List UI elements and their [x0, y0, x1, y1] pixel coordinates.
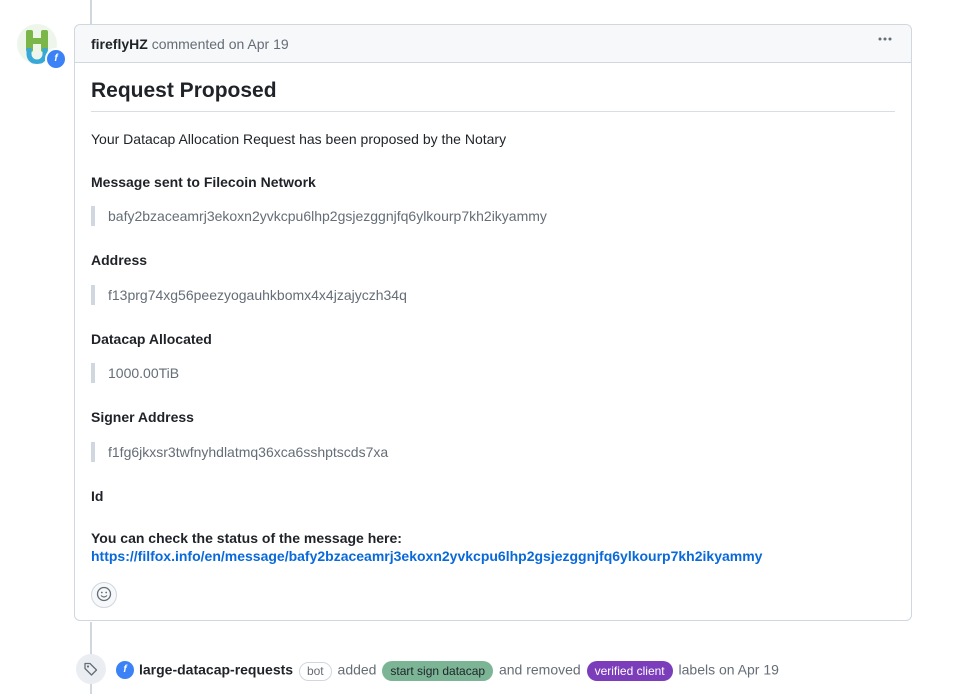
- field-heading-datacap: Datacap Allocated: [91, 331, 212, 347]
- status-link[interactable]: https://filfox.info/en/message/bafy2bzac…: [91, 548, 762, 564]
- field-value-message: bafy2bzaceamrj3ekoxn2yvkcpu6lhp2gsjezggn…: [91, 206, 547, 226]
- field-heading-address: Address: [91, 252, 148, 268]
- bot-avatar[interactable]: f: [116, 661, 134, 679]
- event-removed-text: and removed: [498, 661, 581, 678]
- event-added-text: added: [337, 661, 377, 678]
- kebab-horizontal-icon[interactable]: [877, 31, 893, 52]
- app-badge-icon: f: [45, 48, 67, 70]
- smiley-icon: [96, 586, 112, 605]
- label-event: f large-datacap-requests bot added start…: [0, 654, 957, 686]
- event-actor-link[interactable]: large-datacap-requests: [139, 662, 293, 678]
- title-divider: [91, 111, 895, 112]
- field-heading-id: Id: [91, 488, 104, 504]
- label-verified-client[interactable]: verified client: [586, 661, 673, 681]
- comment-action-text[interactable]: commented on Apr 19: [152, 36, 289, 52]
- field-value-signer: f1fg6jkxsr3twfnyhdlatmq36xca6sshptscds7x…: [91, 442, 388, 462]
- comment-header: fireflyHZ commented on Apr 19: [75, 25, 911, 63]
- tag-icon: [76, 654, 106, 684]
- field-value-datacap: 1000.00TiB: [91, 363, 179, 383]
- field-heading-signer: Signer Address: [91, 409, 194, 425]
- event-text: large-datacap-requests bot added start s…: [139, 661, 779, 681]
- field-heading-message: Message sent to Filecoin Network: [91, 174, 316, 190]
- comment-box: fireflyHZ commented on Apr 19 Request Pr…: [74, 24, 912, 621]
- bot-badge: bot: [298, 661, 332, 681]
- comment-meta: fireflyHZ commented on Apr 19: [91, 36, 289, 52]
- status-text: You can check the status of the message …: [91, 530, 402, 546]
- field-value-address: f13prg74xg56peezyogauhkbomx4x4jzajyczh34…: [91, 285, 407, 305]
- comment-title: Request Proposed: [91, 79, 277, 102]
- add-reaction-button[interactable]: [91, 582, 117, 608]
- event-suffix-text: labels on Apr 19: [678, 661, 779, 678]
- timeline-line-top: [90, 0, 92, 24]
- comment-author-link[interactable]: fireflyHZ: [91, 36, 148, 52]
- intro-text: Your Datacap Allocation Request has been…: [91, 131, 507, 147]
- label-start-sign-datacap[interactable]: start sign datacap: [382, 661, 494, 681]
